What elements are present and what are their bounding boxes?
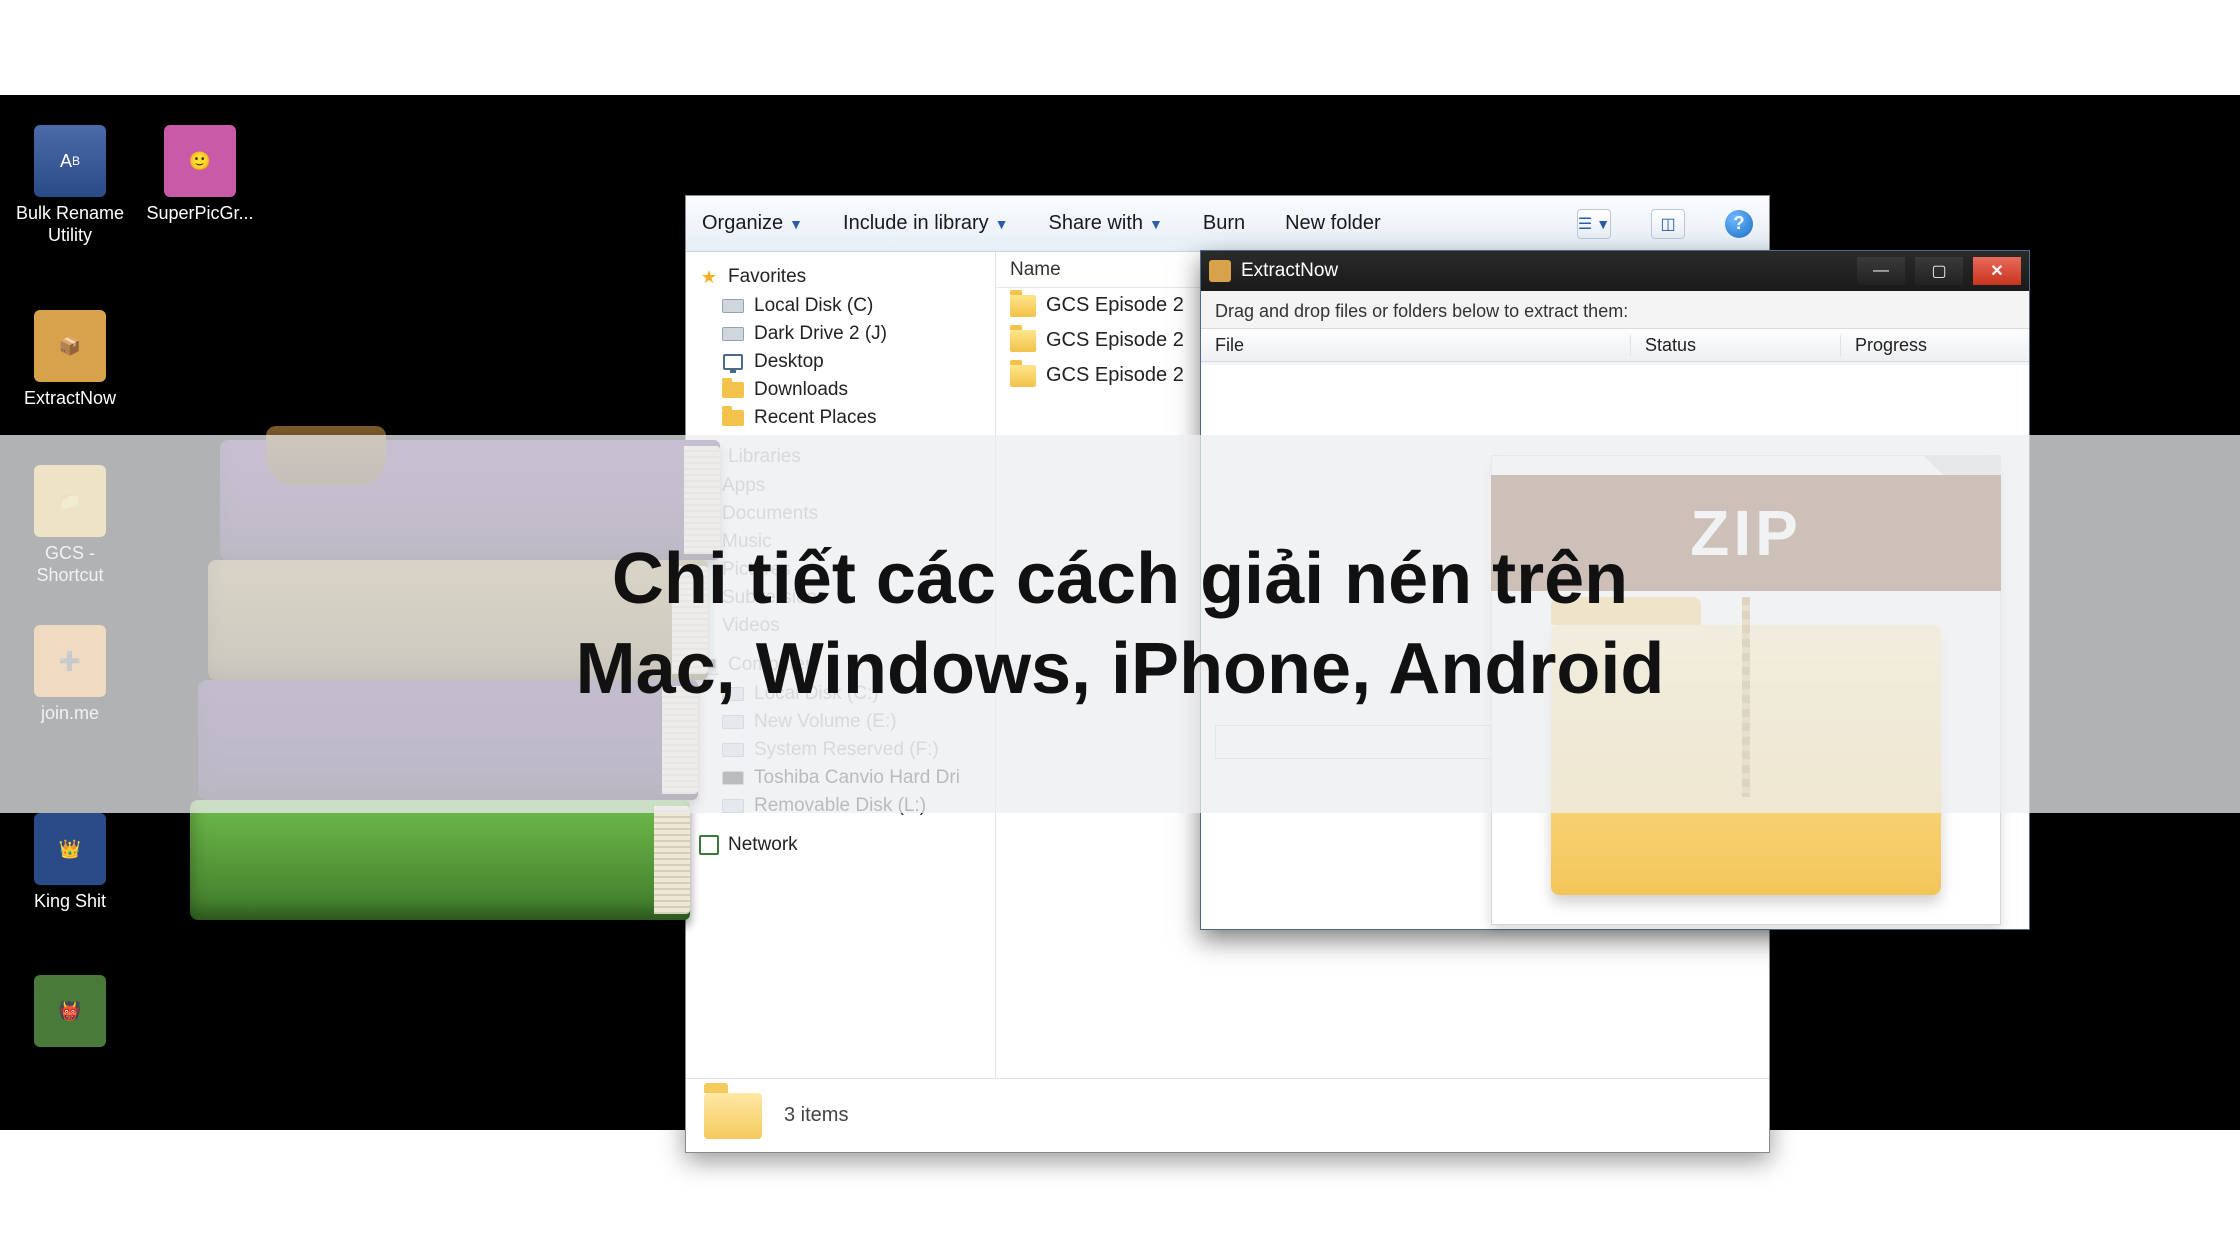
desktop-icon-label: Bulk Rename Utility: [10, 203, 130, 246]
chevron-down-icon: ▼: [789, 216, 803, 232]
nav-item-label: Downloads: [754, 379, 848, 401]
extractnow-app-icon: [1209, 260, 1231, 282]
window-title: ExtractNow: [1241, 260, 1847, 282]
preview-pane-button[interactable]: ◫: [1651, 209, 1685, 239]
column-label: Status: [1645, 335, 1696, 355]
monitor-icon: [722, 351, 744, 373]
file-name: GCS Episode 2: [1046, 329, 1184, 352]
overlay-line-2: Mac, Windows, iPhone, Android: [576, 624, 1665, 714]
minimize-button[interactable]: —: [1857, 257, 1905, 285]
nav-item-label: Local Disk (C): [754, 295, 873, 317]
folder-icon: [722, 407, 744, 429]
desktop-icon-label: SuperPicGr...: [140, 203, 260, 225]
column-label: Progress: [1855, 335, 1927, 355]
new-folder-label: New folder: [1285, 212, 1381, 235]
burn-label: Burn: [1203, 212, 1245, 235]
maximize-button[interactable]: ▢: [1915, 257, 1963, 285]
desktop-icon-superpicgr[interactable]: 🙂 SuperPicGr...: [140, 125, 260, 225]
folder-icon: [704, 1093, 762, 1139]
extractnow-titlebar[interactable]: ExtractNow — ▢ ✕: [1201, 251, 2029, 291]
share-label: Share with: [1049, 212, 1144, 235]
folder-icon: [1010, 330, 1036, 352]
file-name: GCS Episode 2: [1046, 294, 1184, 317]
view-options-button[interactable]: ☰▼: [1577, 209, 1611, 239]
close-button[interactable]: ✕: [1973, 257, 2021, 285]
nav-item-desktop[interactable]: Desktop: [692, 348, 989, 376]
column-label: File: [1215, 335, 1244, 355]
nav-item-dark-drive-2[interactable]: Dark Drive 2 (J): [692, 320, 989, 348]
include-label: Include in library: [843, 212, 989, 235]
folder-icon: [722, 379, 744, 401]
stage: AB Bulk Rename Utility 🙂 SuperPicGr... 📦…: [0, 0, 2240, 1260]
crown-icon: 👑: [34, 813, 106, 885]
burn-button[interactable]: Burn: [1203, 212, 1245, 235]
drive-icon: [722, 323, 744, 345]
chevron-down-icon: ▼: [995, 216, 1009, 232]
nav-item-label: Recent Places: [754, 407, 877, 429]
desktop-icon-label: ExtractNow: [10, 388, 130, 410]
title-overlay: Chi tiết các cách giải nén trên Mac, Win…: [0, 435, 2240, 813]
column-header-file[interactable]: File: [1201, 335, 1631, 356]
superpicgr-icon: 🙂: [164, 125, 236, 197]
favorites-label: Favorites: [728, 266, 806, 288]
network-label: Network: [728, 834, 798, 856]
file-name: GCS Episode 2: [1046, 364, 1184, 387]
drop-hint-text: Drag and drop files or folders below to …: [1201, 291, 2029, 328]
chevron-down-icon: ▼: [1149, 216, 1163, 232]
new-folder-button[interactable]: New folder: [1285, 212, 1381, 235]
overlay-line-1: Chi tiết các cách giải nén trên: [576, 534, 1665, 624]
extractnow-icon: 📦: [34, 310, 106, 382]
organize-button[interactable]: Organize ▼: [702, 212, 803, 235]
nav-network-header[interactable]: Network: [692, 830, 989, 860]
desktop-icon-king-shit[interactable]: 👑 King Shit: [10, 813, 130, 913]
desktop-icon-bulk-rename[interactable]: AB Bulk Rename Utility: [10, 125, 130, 246]
column-header-label: Name: [1010, 259, 1061, 281]
nav-favorites-header[interactable]: ★ Favorites: [692, 262, 989, 292]
nav-item-local-disk-c[interactable]: Local Disk (C): [692, 292, 989, 320]
star-icon: ★: [698, 266, 720, 288]
include-in-library-button[interactable]: Include in library ▼: [843, 212, 1008, 235]
help-button[interactable]: ?: [1725, 210, 1753, 238]
desktop-icon-orc[interactable]: 👹: [10, 975, 130, 1053]
bulk-rename-icon: AB: [34, 125, 106, 197]
nav-item-label: Dark Drive 2 (J): [754, 323, 887, 345]
column-header-status[interactable]: Status: [1631, 335, 1841, 356]
nav-item-label: Desktop: [754, 351, 824, 373]
status-text: 3 items: [784, 1104, 848, 1127]
nav-item-recent-places[interactable]: Recent Places: [692, 404, 989, 432]
column-header-progress[interactable]: Progress: [1841, 335, 2029, 356]
chevron-down-icon: ▼: [1596, 216, 1610, 232]
organize-label: Organize: [702, 212, 783, 235]
desktop-icon-label: King Shit: [10, 891, 130, 913]
book-icon: [190, 800, 690, 920]
folder-icon: [1010, 365, 1036, 387]
extractnow-columns: File Status Progress: [1201, 328, 2029, 362]
explorer-status-bar: 3 items: [686, 1078, 1769, 1152]
drive-icon: [722, 295, 744, 317]
share-with-button[interactable]: Share with ▼: [1049, 212, 1163, 235]
desktop-icon-extractnow[interactable]: 📦 ExtractNow: [10, 310, 130, 410]
orc-icon: 👹: [34, 975, 106, 1047]
explorer-toolbar: Organize ▼ Include in library ▼ Share with…: [686, 196, 1769, 252]
overlay-title: Chi tiết các cách giải nén trên Mac, Win…: [576, 534, 1665, 714]
folder-icon: [1010, 295, 1036, 317]
nav-item-downloads[interactable]: Downloads: [692, 376, 989, 404]
